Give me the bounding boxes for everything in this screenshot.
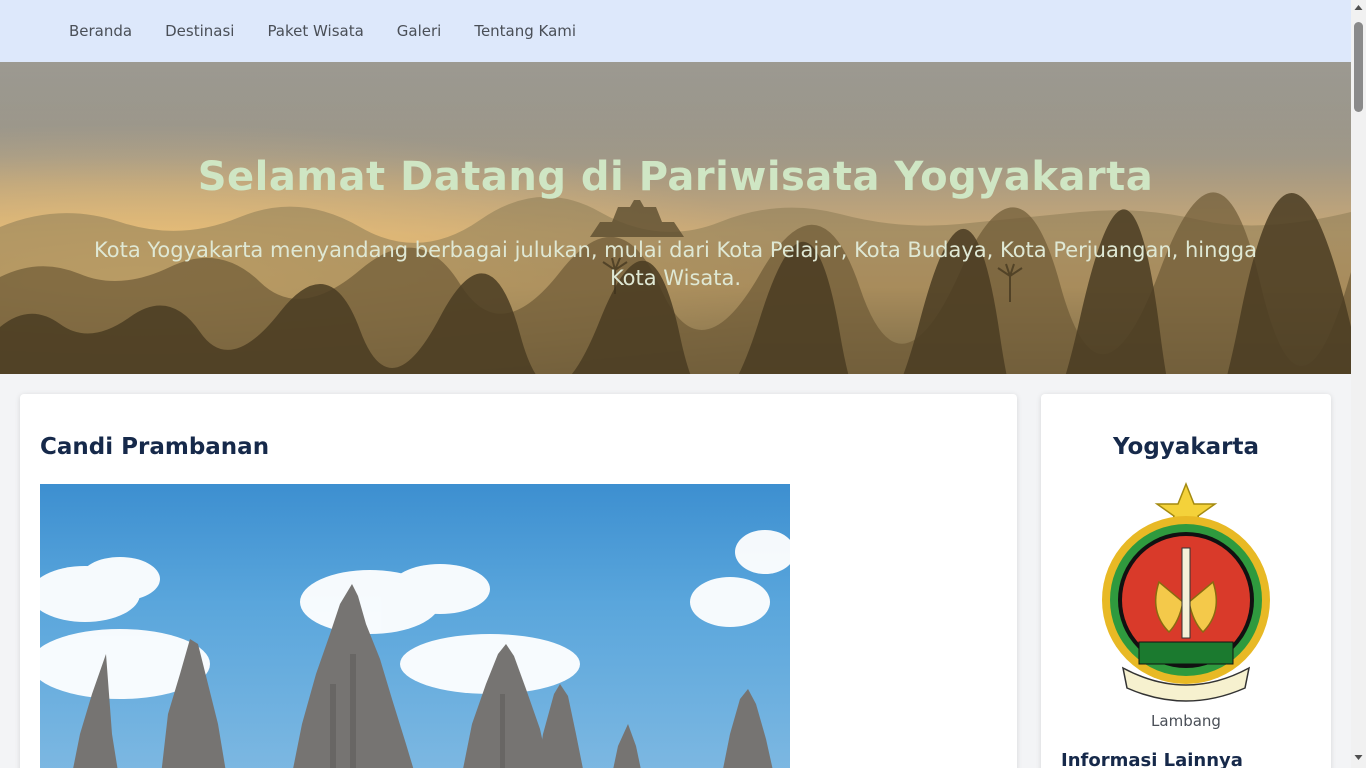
nav-link-destinasi[interactable]: Destinasi xyxy=(165,22,234,40)
destination-title: Candi Prambanan xyxy=(40,434,270,460)
prambanan-temple-photo xyxy=(40,484,790,768)
sidebar-title: Yogyakarta xyxy=(1113,434,1259,460)
hero-title: Selamat Datang di Pariwisata Yogyakarta xyxy=(197,154,1154,200)
destination-card: Candi Prambanan xyxy=(20,394,1017,768)
hero-subtitle: Kota Yogyakarta menyandang berbagai julu… xyxy=(94,238,1257,290)
top-navbar: Beranda Destinasi Paket Wisata Galeri Te… xyxy=(0,0,1351,62)
scroll-up-arrow-icon[interactable] xyxy=(1351,0,1366,15)
sidebar-card: Yogyakarta Lambang Informasi Lainnya xyxy=(1041,394,1331,768)
misty-borobudur-background xyxy=(0,62,1351,374)
yogyakarta-coat-of-arms-icon xyxy=(1102,482,1270,702)
emblem-caption: Lambang xyxy=(1151,712,1221,730)
nav-link-paket-wisata[interactable]: Paket Wisata xyxy=(267,22,363,40)
prambanan-illustration xyxy=(40,530,790,768)
nav-link-beranda[interactable]: Beranda xyxy=(69,22,132,40)
nav-link-galeri[interactable]: Galeri xyxy=(397,22,442,40)
hero-banner: Selamat Datang di Pariwisata Yogyakarta … xyxy=(0,62,1351,374)
more-info-heading: Informasi Lainnya xyxy=(1061,750,1243,768)
scroll-thumb[interactable] xyxy=(1354,22,1363,112)
nav-link-tentang-kami[interactable]: Tentang Kami xyxy=(474,22,576,40)
scroll-down-arrow-icon[interactable] xyxy=(1351,750,1366,765)
page-scrollbar[interactable] xyxy=(1351,0,1366,768)
